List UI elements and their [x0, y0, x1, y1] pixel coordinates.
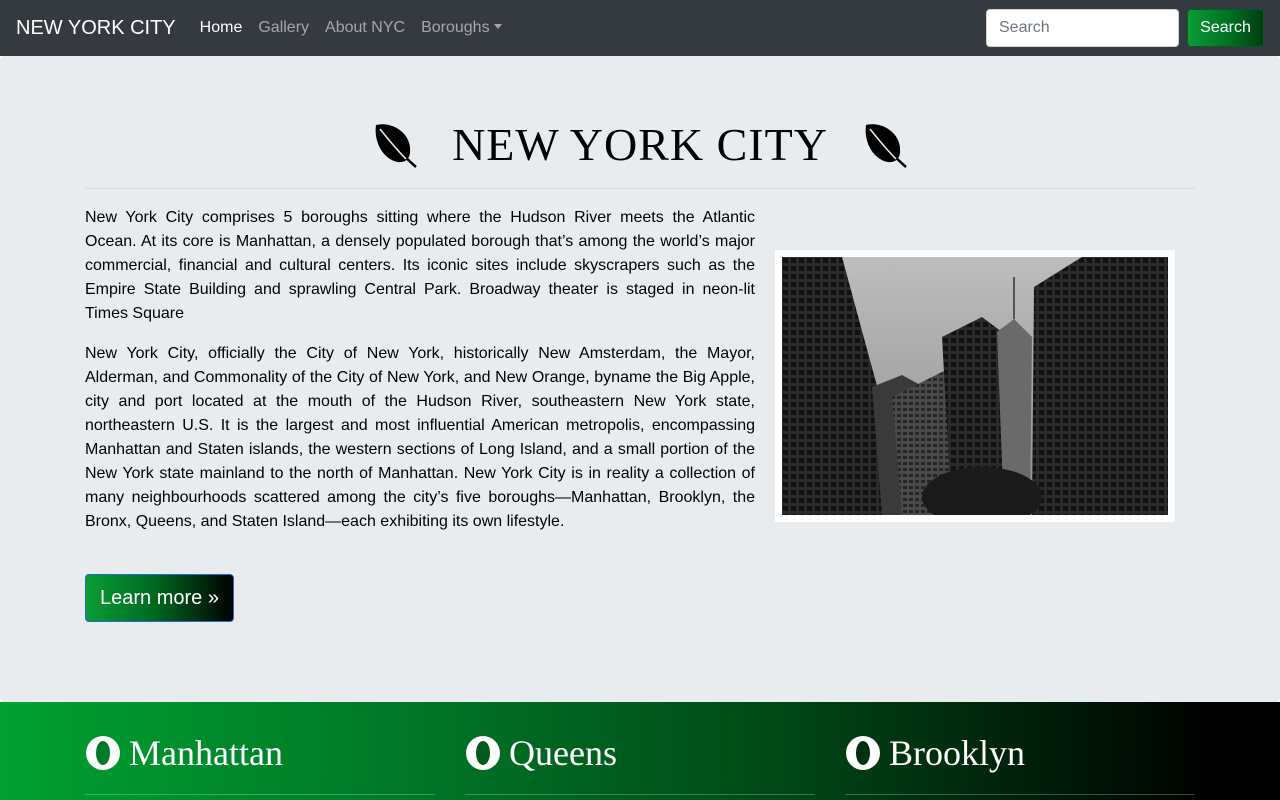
- borough-name: Manhattan: [129, 733, 283, 773]
- nav-boroughs-label: Boroughs: [421, 19, 490, 36]
- hero-title-row: NEW YORK CITY: [85, 114, 1195, 174]
- boroughs-section: Manhattan Queens Brooklyn: [0, 702, 1280, 800]
- borough-divider: [845, 794, 1195, 795]
- search-form: Search: [986, 9, 1264, 47]
- borough-manhattan[interactable]: Manhattan: [85, 732, 283, 774]
- borough-brooklyn[interactable]: Brooklyn: [845, 732, 1025, 774]
- borough-name: Brooklyn: [889, 733, 1026, 773]
- opera-ring-icon: [846, 736, 880, 770]
- borough-queens[interactable]: Queens: [465, 732, 617, 774]
- leaf-icon: [375, 124, 417, 168]
- borough-divider: [465, 794, 815, 795]
- learn-more-button[interactable]: Learn more »: [85, 574, 234, 622]
- opera-ring-icon: [86, 736, 120, 770]
- search-input[interactable]: [986, 9, 1179, 47]
- skyscrapers-photo: [775, 250, 1175, 522]
- brand-link[interactable]: NEW YORK CITY: [16, 17, 176, 40]
- nav-boroughs-dropdown[interactable]: Boroughs: [421, 19, 502, 37]
- search-button[interactable]: Search: [1187, 9, 1264, 47]
- top-navbar: NEW YORK CITY Home Gallery About NYC Bor…: [0, 0, 1280, 56]
- title-divider: [85, 188, 1195, 189]
- nav-links: Home Gallery About NYC Boroughs: [200, 19, 518, 37]
- page-title: NEW YORK CITY: [452, 118, 828, 170]
- caret-down-icon: [493, 24, 502, 29]
- nav-about-link[interactable]: About NYC: [325, 19, 405, 37]
- borough-divider: [85, 794, 435, 795]
- skyscrapers-image: [782, 257, 1168, 515]
- opera-ring-icon: [466, 736, 500, 770]
- leaf-icon: [865, 124, 907, 168]
- nav-home-link[interactable]: Home: [200, 19, 243, 37]
- borough-name: Queens: [509, 733, 617, 773]
- hero-jumbotron: NEW YORK CITY New York City comprises 5 …: [0, 56, 1280, 702]
- hero-content: New York City comprises 5 boroughs sitti…: [85, 206, 1195, 534]
- nav-gallery-link[interactable]: Gallery: [258, 19, 309, 37]
